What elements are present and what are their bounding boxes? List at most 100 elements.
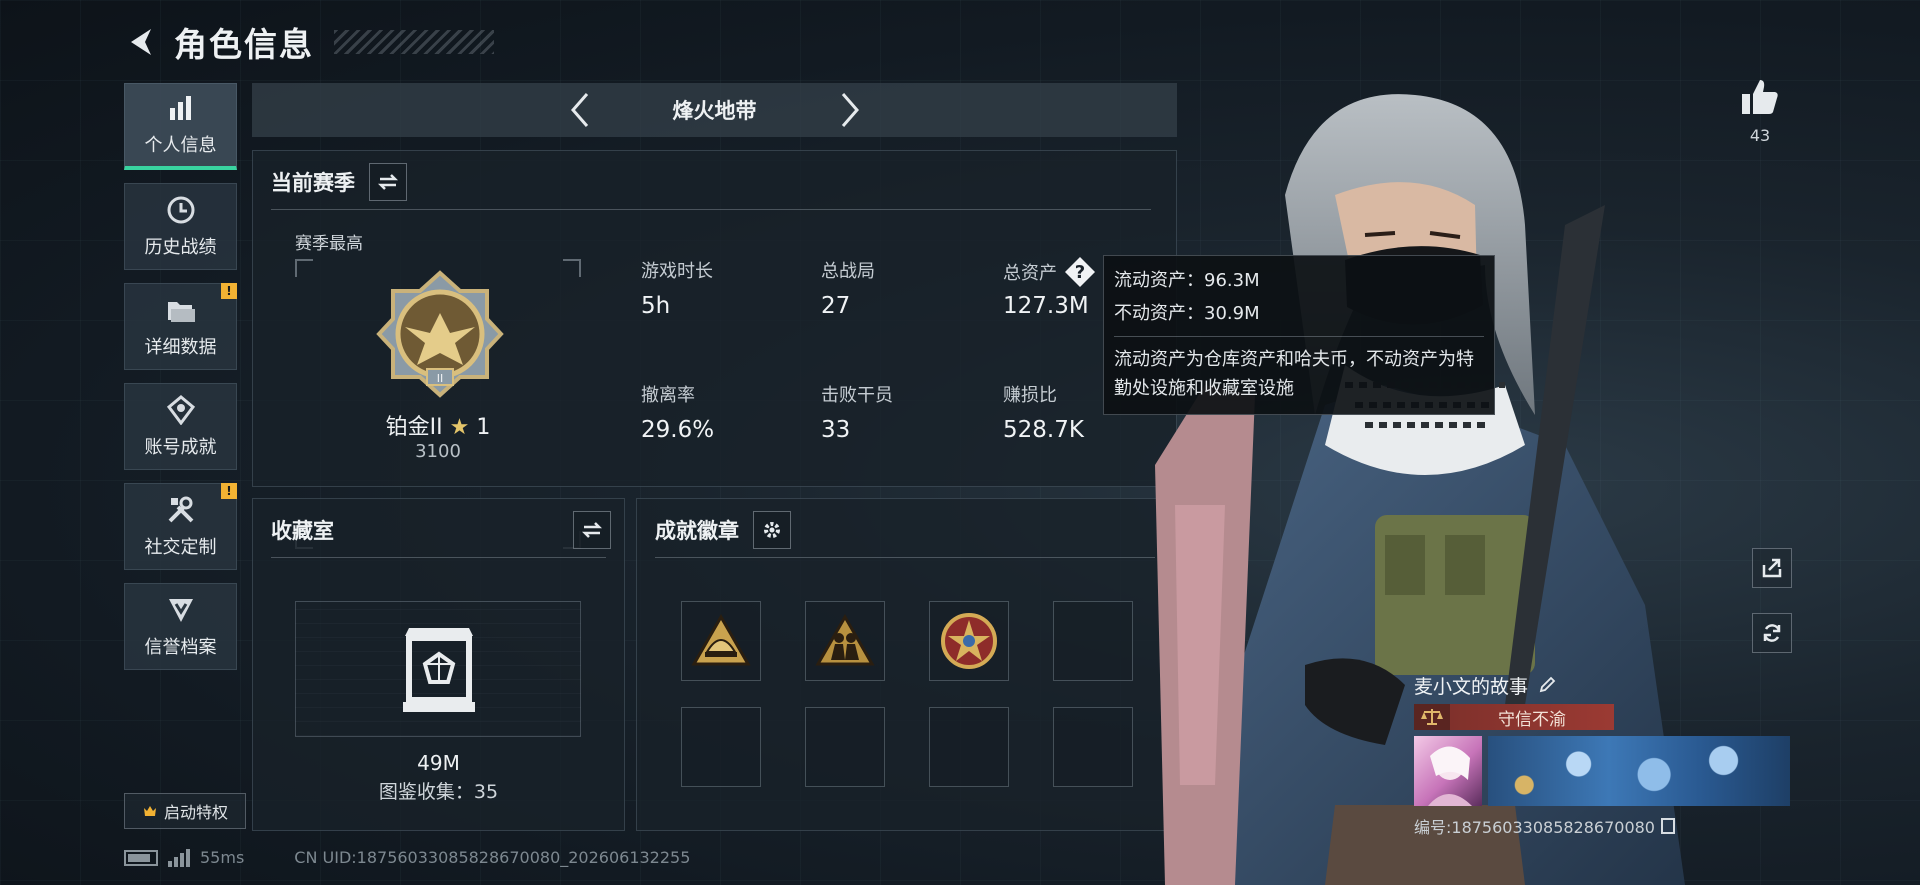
uid-text: CN UID:187560330858286700​80_20260613225… — [294, 848, 691, 867]
rank-name-row: 铂金II ★ 1 — [295, 409, 581, 441]
nav-item-label: 个人信息 — [144, 135, 217, 156]
thumbs-up-icon — [1742, 80, 1778, 114]
player-id: 编号:187560330858286700​80 — [1414, 818, 1655, 837]
stat-value: 5h — [641, 293, 671, 319]
svg-text:II: II — [437, 372, 444, 385]
battery-icon — [124, 849, 158, 866]
badge-slot[interactable] — [929, 601, 1009, 681]
profile-banner[interactable] — [1488, 736, 1790, 806]
tooltip-divider — [1114, 336, 1484, 337]
season-title: 当前赛季 — [271, 171, 355, 195]
reputation-badge: 守信不渝 — [1414, 704, 1614, 730]
stat-value: 33 — [821, 417, 851, 443]
collection-panel-header: 收藏室 — [271, 511, 611, 549]
collection-title: 收藏室 — [271, 519, 334, 543]
reputation-text: 守信不渝 — [1498, 709, 1566, 730]
side-nav: 个人信息 历史战绩 ! 详细数据 账号成就 ! 社交定制 信誉档案 — [124, 83, 237, 670]
profile-card: 麦小文的故事 守信不渝 编号:187560330858286700​80 — [1414, 670, 1794, 838]
collection-count: 图鉴收集：35 — [378, 781, 499, 803]
scales-icon — [1414, 704, 1450, 730]
star-medal-badge-icon — [941, 613, 997, 669]
like-button[interactable]: 43 — [1733, 78, 1787, 145]
season-panel-header: 当前赛季 — [271, 163, 407, 201]
nav-item-history[interactable]: 历史战绩 — [124, 183, 237, 270]
switch-season-button[interactable] — [369, 163, 407, 201]
divider — [655, 557, 1155, 558]
stat-operators-defeated: 击败干员 33 — [821, 381, 971, 443]
player-name-row: 麦小文的故事 — [1414, 670, 1794, 700]
frame-corner — [295, 259, 313, 277]
nav-item-credit-file[interactable]: 信誉档案 — [124, 583, 237, 670]
stat-label: 总资产 — [1003, 263, 1057, 284]
nav-item-achievements[interactable]: 账号成就 — [124, 383, 237, 470]
achievement-icon — [166, 394, 196, 425]
star-icon: ★ — [449, 415, 470, 440]
clock-icon — [166, 195, 196, 225]
share-button[interactable] — [1752, 548, 1792, 588]
nav-item-label: 信誉档案 — [144, 636, 217, 658]
badge-slot[interactable] — [805, 601, 885, 681]
collection-display[interactable] — [295, 601, 581, 737]
refresh-icon — [1763, 624, 1781, 642]
mode-title: 烽火地带 — [672, 99, 757, 123]
switch-collection-button[interactable] — [573, 511, 611, 549]
ping-value: 55ms — [200, 848, 245, 867]
tooltip-description: 流动资产为仓库资产和哈夫币，不动资产为特勤处设施和收藏室设施 — [1114, 349, 1474, 399]
nav-item-label: 社交定制 — [144, 536, 217, 558]
rank-points: 3100 — [415, 441, 461, 462]
collection-value: 49M — [417, 751, 460, 775]
season-best-label: 赛季最高 — [295, 234, 363, 254]
nav-item-label: 账号成就 — [144, 436, 217, 458]
next-mode-button[interactable] — [830, 83, 870, 137]
divider — [271, 557, 606, 558]
mode-selector: 烽火地带 — [252, 83, 1177, 137]
nav-item-social-custom[interactable]: ! 社交定制 — [124, 483, 237, 570]
tooltip-liquid-assets: 流动资产：96.3M — [1114, 270, 1260, 291]
nav-item-detailed-data[interactable]: ! 详细数据 — [124, 283, 237, 370]
stat-label: 撤离率 — [641, 385, 695, 406]
badge-slot[interactable] — [681, 707, 761, 787]
badge-slot[interactable] — [805, 707, 885, 787]
stat-extraction-rate: 撤离率 29.6% — [641, 381, 791, 443]
refresh-button[interactable] — [1752, 613, 1792, 653]
tools-icon — [166, 495, 196, 525]
nav-item-personal-info[interactable]: 个人信息 — [124, 83, 237, 170]
edit-icon[interactable] — [1538, 676, 1556, 694]
platinum-rank-emblem-icon: II — [376, 270, 504, 398]
title-decoration — [334, 30, 494, 54]
profile-images — [1414, 736, 1794, 806]
nav-item-label: 历史战绩 — [144, 236, 217, 258]
nav-item-label: 详细数据 — [144, 336, 217, 358]
badge-slot[interactable] — [929, 707, 1009, 787]
back-arrow-icon — [131, 29, 151, 55]
bar-chart-icon — [166, 93, 196, 123]
avatar[interactable] — [1414, 736, 1482, 806]
display-case-icon — [403, 628, 475, 712]
stat-value: 27 — [821, 293, 851, 319]
assets-tooltip: 流动资产：96.3M 不动资产：30.9M 流动资产为仓库资产和哈夫币，不动资产… — [1103, 255, 1495, 415]
page-title: 角色信息 — [174, 25, 314, 64]
player-name: 麦小文的故事 — [1414, 675, 1529, 698]
season-panel: 当前赛季 赛季最高 II 铂金II ★ 1 3100 游戏时长 5h 总战局 2… — [252, 150, 1177, 549]
back-button[interactable] — [124, 22, 160, 62]
badge-slot[interactable] — [681, 601, 761, 681]
privilege-button[interactable]: 启动特权 — [124, 793, 246, 829]
player-id-row: 编号:187560330858286700​80 — [1414, 814, 1794, 838]
copy-icon[interactable] — [1661, 818, 1675, 834]
signal-icon — [168, 848, 190, 867]
collection-panel: 收藏室 49M 图鉴收集：35 — [252, 498, 625, 831]
soldiers-badge-icon — [815, 614, 875, 666]
stat-value: 29.6% — [641, 417, 715, 443]
chevron-right-icon — [841, 93, 859, 127]
swap-icon — [378, 174, 398, 190]
rank-stars: 1 — [476, 415, 491, 440]
helmet-badge-icon — [691, 614, 751, 666]
badges-title: 成就徽章 — [655, 519, 739, 543]
stat-label: 游戏时长 — [641, 261, 713, 282]
stat-play-time: 游戏时长 5h — [641, 257, 791, 319]
status-footer: 55ms CN UID:187560330858286700​80_202606… — [124, 848, 690, 867]
stat-label: 总战局 — [821, 261, 875, 282]
stat-label: 击败干员 — [821, 385, 893, 406]
badge-settings-button[interactable] — [753, 511, 791, 549]
prev-mode-button[interactable] — [560, 83, 600, 137]
